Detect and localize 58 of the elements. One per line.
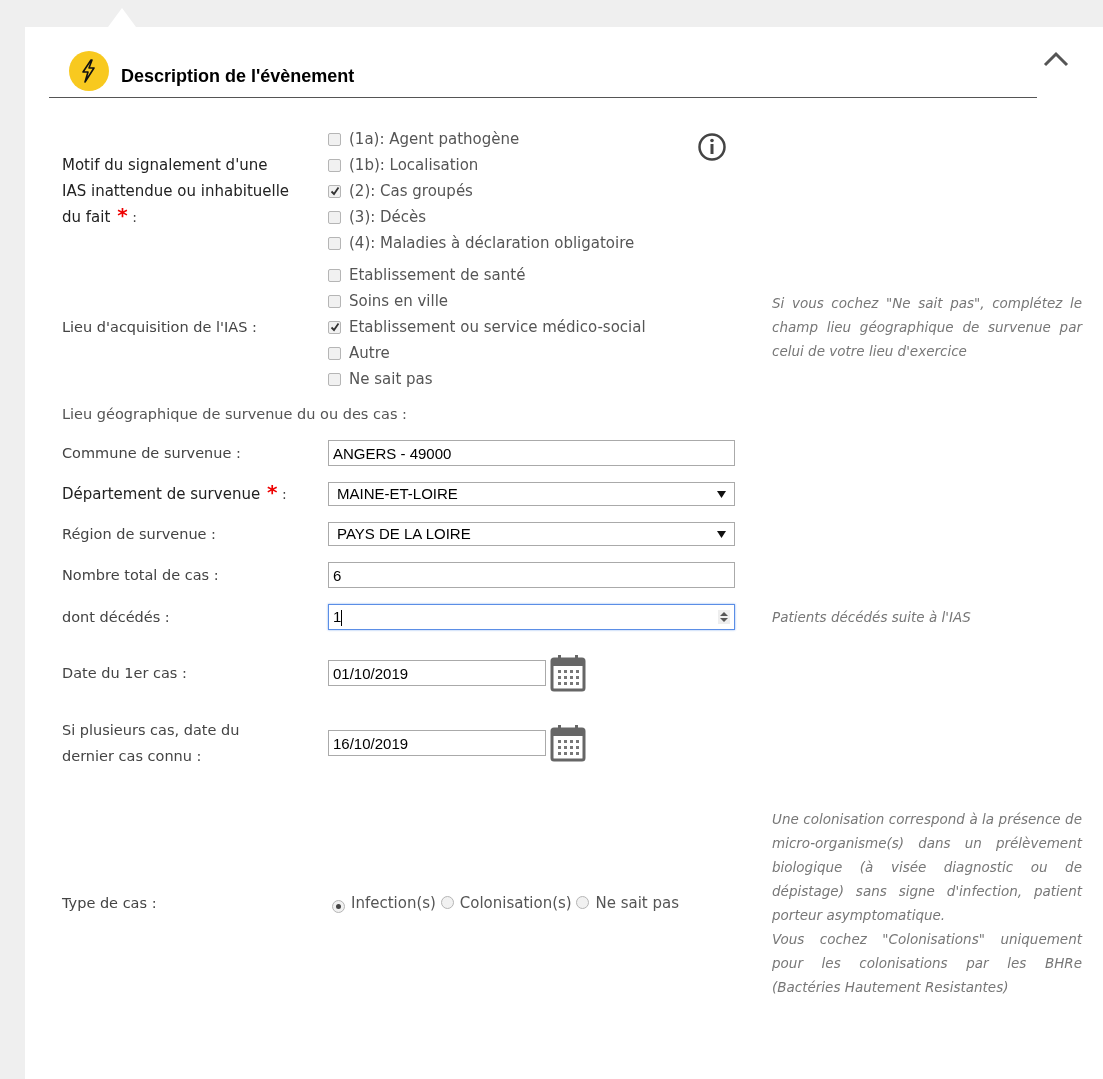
field-label: Commune de survenue : [62,444,241,463]
lightning-icon [69,51,109,91]
help-text: Patients décédés suite à l'IAS [772,608,972,627]
dropdown[interactable]: PAYS DE LA LOIRE [328,522,735,546]
checkbox[interactable] [328,132,341,146]
checkbox-label: (1a): Agent pathogène [349,128,520,150]
section-header[interactable]: Description de l'évènement [49,51,1037,98]
field-label: dont décédés : [62,608,170,627]
checkbox-label: Etablissement de santé [349,264,526,286]
section-subheading: Lieu géographique de survenue du ou des cas : [62,405,407,425]
radio-button[interactable] [332,900,345,913]
radio-button[interactable] [440,896,454,909]
caret-icon [717,530,726,538]
field-label: Lieu d'acquisition de l'IAS : [62,318,257,337]
spinner-icon[interactable] [718,610,730,624]
calendar-icon[interactable] [550,654,586,692]
date-field[interactable]: 16/10/2019 [328,730,546,756]
checkbox-label: Etablissement ou service médico-social [349,316,646,338]
date-field[interactable]: 01/10/2019 [328,660,546,686]
checkbox-label: (2): Cas groupés [349,180,473,202]
collapse-chevron-icon[interactable] [1043,51,1069,67]
help-text: Si vous cochez "Ne sait pas", complétez le champ lieu géographique de survenue par celui de votre lieu d'exercice [772,294,1082,361]
checkbox[interactable] [328,320,341,334]
number-field[interactable]: 1 [328,604,735,630]
checkbox-label: (1b): Localisation [349,154,479,176]
field-label: Si plusieurs cas, date du dernier cas connu : [62,721,241,766]
dropdown[interactable]: MAINE-ET-LOIRE [328,482,735,506]
checkbox[interactable] [328,184,341,198]
text-field[interactable]: ANGERS - 49000 [328,440,735,466]
checkbox[interactable] [328,372,341,386]
field-label: Département de survenue * : [62,481,287,506]
radio-label: Infection(s) [351,894,436,912]
text-field[interactable]: 6 [328,562,735,588]
help-text: Une colonisation correspond à la présence de micro-organisme(s) dans un prélèvement biologique (à visée diagnostic ou de dépistage) sans signe d'infection, patient porteur asymptomatique. [772,810,1082,925]
checkbox-label: Ne sait pas [349,368,433,390]
radio-label: Colonisation(s) [459,894,572,912]
field-label: Région de survenue : [62,525,216,544]
checkbox-label: (4): Maladies à déclaration obligatoire [349,232,635,254]
checkbox-label: Autre [349,342,390,364]
field-label: Motif du signalement d'une IAS inattendue ou inhabituelle du fait * : [62,155,291,229]
checkbox[interactable] [328,294,341,308]
checkbox-label: (3): Décès [349,206,427,228]
caret-icon [717,490,726,498]
field-label: Nombre total de cas : [62,566,219,585]
calendar-icon[interactable] [550,724,586,762]
section-title: Description de l'évènement [121,65,355,87]
info-icon[interactable] [697,132,727,162]
help-text: Vous cochez "Colonisations" uniquement pour les colonisations par les BHRe (Bactéries Hautement Resistantes) [772,930,1082,997]
field-label: Type de cas : [62,894,157,913]
radio-label: Ne sait pas [595,894,680,912]
checkbox[interactable] [328,158,341,172]
checkbox[interactable] [328,210,341,224]
field-label: Date du 1er cas : [62,664,187,683]
radio-button[interactable] [576,896,590,909]
checkbox[interactable] [328,268,341,282]
checkbox-label: Soins en ville [349,290,449,312]
checkbox[interactable] [328,346,341,360]
checkbox[interactable] [328,236,341,250]
